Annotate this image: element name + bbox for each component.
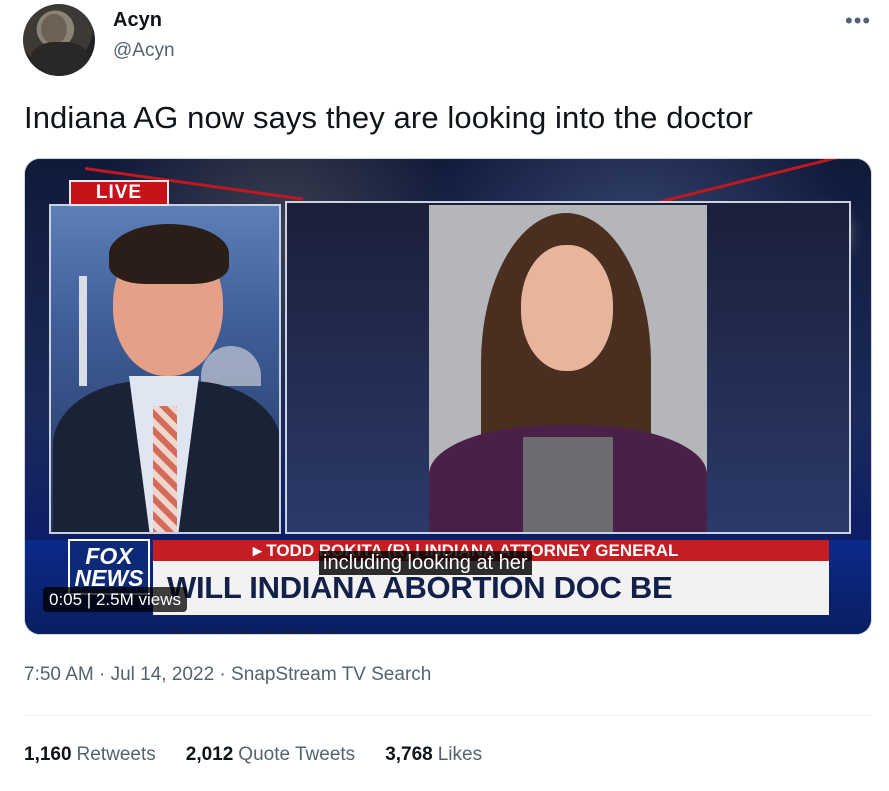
portrait-top <box>523 437 613 532</box>
avatar[interactable] <box>23 4 95 76</box>
monument-graphic <box>79 276 87 386</box>
photo-panel <box>285 201 851 534</box>
stat-count: 1,160 <box>24 744 72 765</box>
guest-video-panel <box>49 204 281 534</box>
stat-label: Likes <box>437 744 483 765</box>
portrait-photo <box>429 205 707 532</box>
author-name[interactable]: Acyn <box>113 9 162 32</box>
tweet-metadata: 7:50 AM · Jul 14, 2022 · SnapStream TV S… <box>24 664 431 686</box>
tweet-text: Indiana AG now says they are looking int… <box>24 100 753 135</box>
author-handle[interactable]: @Acyn <box>113 40 175 62</box>
likes-stat[interactable]: 3,768 Likes <box>385 744 482 766</box>
closed-caption: including looking at her <box>319 551 532 575</box>
video-player[interactable]: LIVE FOX NEWS ▸ TODD ROKITA (R) | INDIAN… <box>24 158 872 635</box>
stat-count: 3,768 <box>385 744 433 765</box>
stat-count: 2,012 <box>185 744 234 765</box>
avatar-head <box>41 14 67 44</box>
stat-label: Retweets <box>76 744 156 765</box>
tweet-date[interactable]: Jul 14, 2022 <box>111 664 215 685</box>
tweet-time[interactable]: 7:50 AM <box>24 664 94 685</box>
avatar-body <box>31 42 89 76</box>
quote-tweets-stat[interactable]: 2,012 Quote Tweets <box>186 744 355 766</box>
retweets-stat[interactable]: 1,160 Retweets <box>24 744 156 766</box>
meta-separator: · <box>214 664 232 685</box>
live-badge: LIVE <box>69 180 169 206</box>
guest-tie <box>153 406 177 532</box>
guest-hair <box>109 224 229 284</box>
divider <box>24 715 871 716</box>
tweet-source[interactable]: SnapStream TV Search <box>231 664 431 685</box>
video-timecode: 0:05 | 2.5M views <box>43 587 187 612</box>
engagement-stats: 1,160 Retweets 2,012 Quote Tweets 3,768 Lik… <box>24 744 482 766</box>
meta-separator: · <box>93 664 111 685</box>
stat-label: Quote Tweets <box>238 744 356 765</box>
portrait-face <box>521 245 613 371</box>
more-options-icon[interactable]: ••• <box>845 8 871 34</box>
